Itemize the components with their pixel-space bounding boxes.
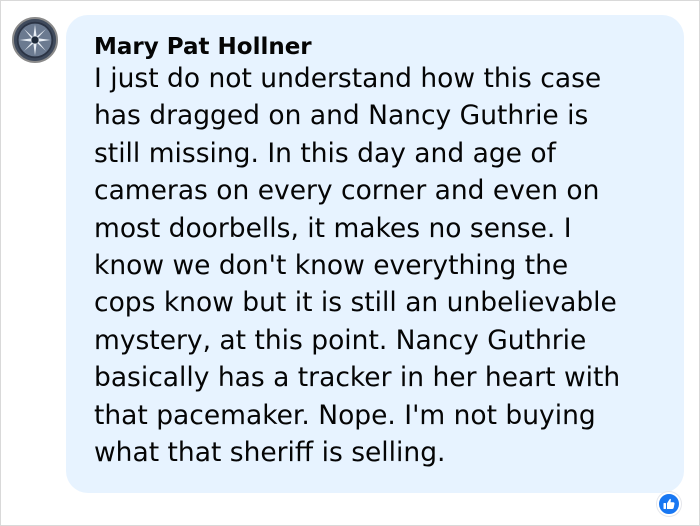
avatar-image <box>14 19 56 61</box>
comment-text-line: has dragged on and Nancy Guthrie is <box>94 100 589 132</box>
comment-text-line: know we don't know everything the <box>94 250 569 282</box>
comment-text-line: most doorbells, it makes no sense. I <box>94 212 572 244</box>
comment-bubble: Mary Pat Hollner I just do not understan… <box>66 15 684 493</box>
comment-text: I just do not understand how this case h… <box>94 60 674 471</box>
comment-text-line: basically has a tracker in her heart wit… <box>94 362 621 394</box>
comment-text-line: I just do not understand how this case <box>94 63 602 94</box>
comment-text-line: cameras on every corner and even on <box>94 175 600 207</box>
comment-text-line: mystery, at this point. Nancy Guthrie <box>94 324 587 356</box>
comment-text-line: still missing. In this day and age of <box>94 137 556 169</box>
avatar[interactable] <box>12 17 58 63</box>
comment-text-line: what that sheriff is selling. <box>94 437 446 469</box>
like-reaction-badge[interactable] <box>657 492 681 516</box>
comment-author[interactable]: Mary Pat Hollner <box>94 33 312 61</box>
comment-text-line: that pacemaker. Nope. I'm not buying <box>94 399 596 431</box>
thumbs-up-icon <box>663 498 675 509</box>
comment-text-line: cops know but it is still an unbelievabl… <box>94 287 617 319</box>
